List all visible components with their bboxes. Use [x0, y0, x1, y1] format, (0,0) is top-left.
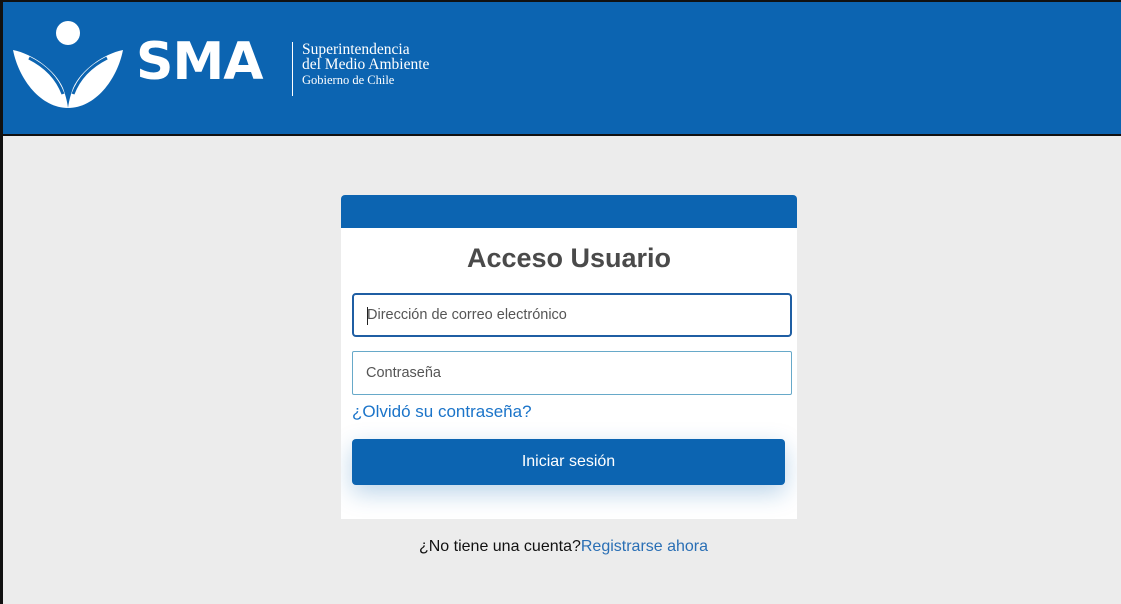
brand-logo-text: SMA — [136, 32, 263, 92]
login-button[interactable]: Iniciar sesión — [352, 439, 785, 485]
login-card-header-band — [341, 195, 797, 228]
login-title: Acceso Usuario — [466, 243, 672, 273]
logo-divider — [292, 42, 293, 96]
site-header: SMA Superintendencia del Medio Ambiente … — [3, 2, 1121, 136]
email-field[interactable] — [352, 293, 792, 337]
agency-name-line1: Superintendencia — [302, 41, 410, 58]
agency-name-line3: Gobierno de Chile — [302, 73, 395, 87]
signup-prompt: ¿No tiene una cuenta?Registrarse ahora — [3, 538, 1121, 556]
page: SMA Superintendencia del Medio Ambiente … — [0, 0, 1121, 604]
agency-name: Superintendencia del Medio Ambiente Gobi… — [302, 42, 429, 88]
signup-prompt-text: ¿No tiene una cuenta? — [418, 538, 581, 555]
password-field[interactable] — [352, 351, 792, 395]
agency-name-line2: del Medio Ambiente — [302, 56, 430, 73]
text-caret — [367, 307, 368, 325]
sma-leaf-figure-icon — [13, 21, 123, 108]
forgot-password-link[interactable]: ¿Olvidó su contraseña? — [352, 402, 532, 422]
register-link[interactable]: Registrarse ahora — [581, 538, 708, 555]
login-card: Acceso Usuario ¿Olvidó su contraseña? In… — [341, 195, 797, 519]
